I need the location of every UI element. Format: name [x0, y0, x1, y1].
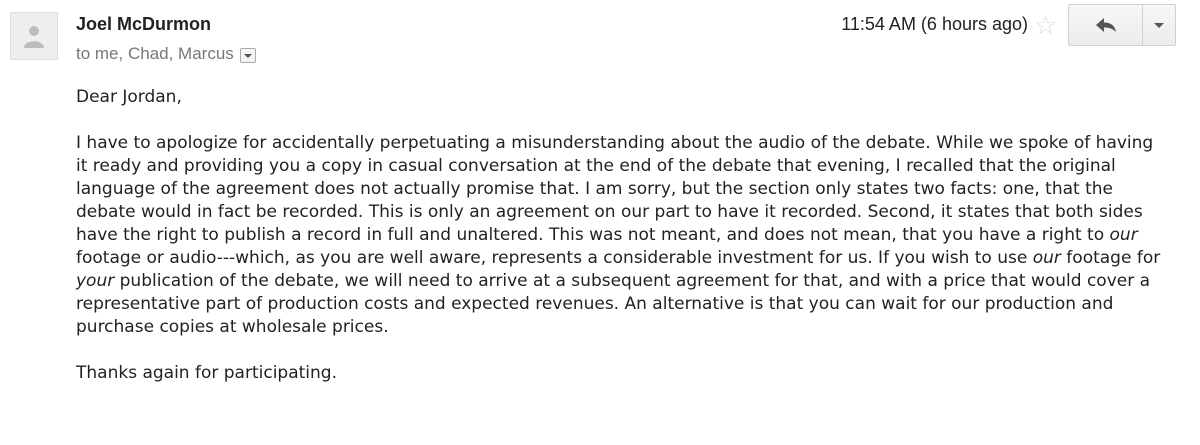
reply-button[interactable] [1069, 5, 1143, 45]
more-options-button[interactable] [1143, 5, 1175, 45]
emphasis-text: our [1109, 225, 1138, 245]
paragraph-text: footage or audio---which, as you are wel… [76, 248, 1033, 268]
sender-avatar[interactable] [10, 12, 58, 60]
recipients-line: to me, Chad, Marcus [76, 44, 256, 64]
paragraph-text: I have to apologize for accidentally per… [76, 133, 1154, 245]
chevron-down-icon [1154, 22, 1164, 28]
star-icon[interactable]: ☆ [1034, 10, 1057, 40]
paragraph-text: footage for [1060, 248, 1161, 268]
message-body: Dear Jordan, I have to apologize for acc… [76, 86, 1166, 385]
emphasis-text: our [1032, 248, 1061, 268]
paragraph-text: publication of the debate, we will need … [76, 271, 1151, 337]
greeting: Dear Jordan, [76, 87, 182, 107]
recipients-text: to me, Chad, Marcus [76, 44, 234, 63]
reply-arrow-icon [1095, 18, 1116, 32]
message-timestamp: 11:54 AM (6 hours ago) [841, 14, 1028, 34]
reply-button-group [1068, 4, 1176, 46]
sender-name[interactable]: Joel McDurmon [76, 14, 211, 35]
emphasis-text: your [76, 271, 115, 291]
closing-line: Thanks again for participating. [76, 363, 337, 383]
person-icon [24, 26, 44, 48]
message-paragraph: I have to apologize for accidentally per… [76, 132, 1166, 339]
details-dropdown-icon[interactable] [239, 47, 256, 63]
